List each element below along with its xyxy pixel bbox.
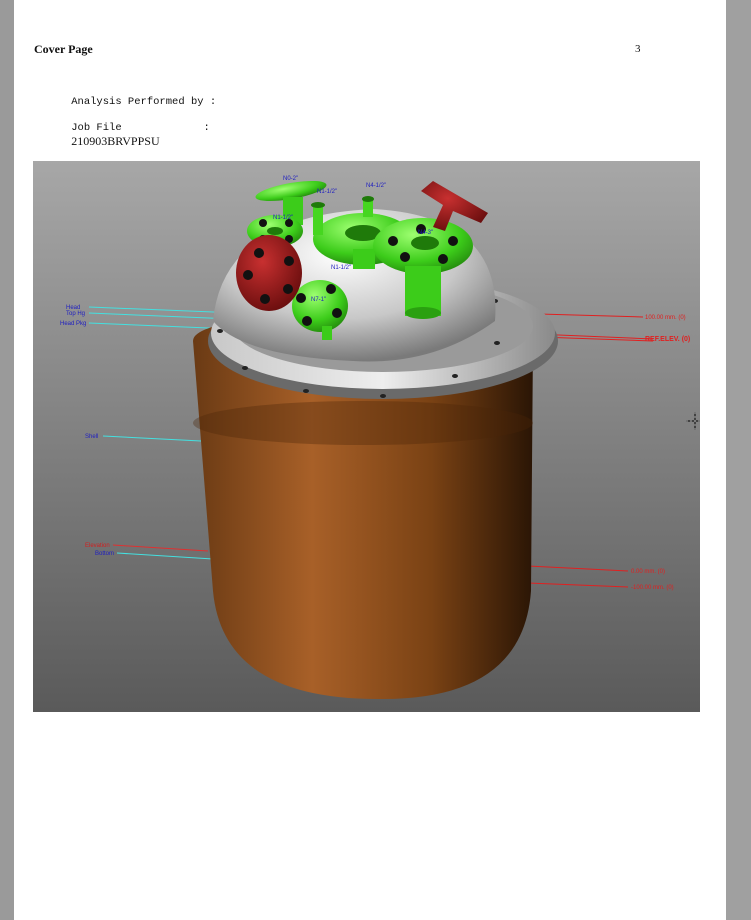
svg-text:N4-1/2": N4-1/2" [366,183,386,189]
left-labels: Head Top Hg Head Pkg Shell Bottom Elevat… [60,305,114,557]
svg-text:REF.ELEV. (0): REF.ELEV. (0) [645,336,690,343]
svg-text:N1-1/2": N1-1/2" [331,265,351,271]
svg-text:Bottom: Bottom [95,551,114,557]
svg-text:0.00 mm. (0): 0.00 mm. (0) [631,569,665,575]
svg-text:N0-2": N0-2" [283,176,298,182]
svg-text:-100.00 mm. (0): -100.00 mm. (0) [631,585,674,591]
svg-text:100.00 mm. (0): 100.00 mm. (0) [645,315,686,321]
right-labels: 100.00 mm. (0) REF.ELEV. (0) 0.00 mm. (0… [631,315,690,591]
svg-text:N4-3": N4-3" [418,230,433,236]
job-file-row: Job File : 210903BRVPPSU [46,110,210,161]
report-page: Cover Page 3 Analysis Performed by : Job… [14,0,726,920]
vessel-3d-view[interactable]: N0-2" N1-1/2" N4-1/2" N1-1/2" N4-3" N1-1… [33,161,700,712]
svg-text:Head Pkg: Head Pkg [60,321,86,327]
job-file-label: Job File : [71,122,210,134]
svg-text:N1-1/2": N1-1/2" [317,189,337,195]
svg-text:N7-1": N7-1" [311,297,326,303]
svg-text:Elevation: Elevation [85,543,110,549]
page-number: 3 [635,43,641,55]
analysis-label: Analysis Performed by : [71,96,217,108]
job-file-value: 210903BRVPPSU [71,134,160,148]
scroll-gutter[interactable] [726,0,751,920]
vessel-render: N0-2" N1-1/2" N4-1/2" N1-1/2" N4-3" N1-1… [60,176,690,700]
crosshair-move-icon [686,412,700,430]
svg-text:Top Hg: Top Hg [66,311,85,317]
page-title: Cover Page [34,42,93,56]
svg-text:N1-1/2": N1-1/2" [273,215,293,221]
svg-text:Shell: Shell [85,434,98,440]
